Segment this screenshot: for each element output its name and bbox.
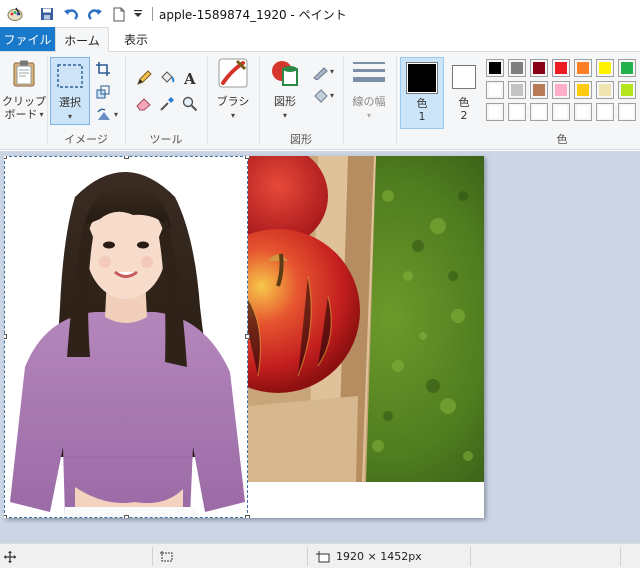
brushes-button[interactable]: ブラシ ▾	[210, 57, 256, 125]
selection-handle-w[interactable]	[4, 334, 7, 339]
clipboard-icon	[8, 57, 40, 89]
redo-icon[interactable]	[86, 5, 104, 23]
status-bar: 1920 × 1452px	[0, 543, 640, 568]
title-separator	[152, 7, 153, 21]
chevron-down-icon: ▾	[39, 109, 44, 119]
selection-handle-n[interactable]	[124, 156, 129, 159]
selection-handle-e[interactable]	[245, 334, 250, 339]
clipboard-label-1: クリップ	[2, 95, 46, 108]
colors-group-label: 色	[556, 133, 568, 146]
tools-group-label: ツール	[149, 133, 183, 146]
image-size-icon	[316, 550, 330, 562]
chevron-down-icon: ▾	[366, 111, 371, 120]
tab-home[interactable]: ホーム	[55, 27, 109, 52]
title-bar: apple-1589874_1920 - ペイント	[0, 0, 640, 28]
color1-swatch	[406, 62, 438, 94]
selection-handle-s[interactable]	[124, 515, 129, 518]
selection-size-icon	[160, 544, 174, 568]
apple-photo	[248, 156, 484, 482]
color1-button[interactable]: 色 1	[400, 57, 444, 129]
selection-handle-se[interactable]	[245, 515, 250, 518]
status-separator	[620, 547, 621, 566]
drawing-canvas[interactable]	[4, 156, 484, 518]
clipboard-label-2: ボード	[4, 108, 38, 121]
color2-swatch	[452, 65, 476, 89]
group-separator	[207, 56, 208, 144]
status-separator	[470, 547, 471, 566]
line-width-label: 線の幅	[352, 95, 386, 108]
color2-label-1: 色	[458, 96, 470, 109]
color2-label-2: 2	[460, 109, 468, 122]
tab-view[interactable]: 表示	[109, 27, 163, 51]
new-file-icon[interactable]	[110, 5, 128, 23]
selection-handle-sw[interactable]	[4, 515, 7, 518]
image-group-label: イメージ	[64, 133, 108, 146]
color1-fill	[408, 64, 436, 92]
selection-handle-nw[interactable]	[4, 156, 7, 159]
save-icon[interactable]	[38, 5, 56, 23]
shapes-group: 図形	[260, 52, 342, 150]
window-title: apple-1589874_1920 - ペイント	[159, 7, 347, 22]
cursor-position-icon	[4, 544, 16, 568]
image-size-indicator: 1920 × 1452px	[316, 544, 422, 568]
brushes-label: ブラシ	[216, 95, 250, 108]
clipboard-button[interactable]: クリップ ボード ▾	[2, 57, 46, 145]
ribbon: クリップ ボード ▾ 選択 ▾ ▾ イメージ A ツール ブラシ ▾ 図形 ▾ …	[0, 52, 640, 150]
color2-button[interactable]: 色 2	[446, 57, 482, 129]
pasted-selection[interactable]	[4, 156, 248, 518]
status-separator	[307, 547, 308, 566]
quick-access-toolbar	[0, 0, 144, 28]
line-width-button[interactable]: 線の幅 ▾	[346, 57, 392, 125]
group-separator	[343, 56, 344, 144]
selection-handle-ne[interactable]	[245, 156, 250, 159]
undo-icon[interactable]	[62, 5, 80, 23]
status-separator	[152, 547, 153, 566]
color1-label-1: 色	[416, 97, 428, 110]
color1-label-2: 1	[418, 110, 426, 123]
canvas-workspace[interactable]	[0, 151, 640, 543]
image-size-text: 1920 × 1452px	[336, 550, 422, 563]
ribbon-tab-bar: ファイル ホーム 表示	[0, 27, 640, 52]
tools-group: ツール	[126, 52, 206, 150]
color2-fill	[454, 67, 474, 87]
paint-app-icon[interactable]	[6, 5, 24, 23]
shapes-group-label: 図形	[290, 133, 312, 146]
brush-icon	[217, 57, 249, 89]
colors-group: 色	[484, 52, 640, 150]
image-group: イメージ	[48, 52, 124, 150]
chevron-down-icon: ▾	[230, 111, 235, 120]
group-separator	[396, 56, 397, 144]
tab-file[interactable]: ファイル	[0, 27, 55, 51]
woman-photo	[10, 172, 245, 517]
line-width-icon	[353, 57, 385, 89]
customize-toolbar-icon[interactable]	[132, 5, 144, 23]
